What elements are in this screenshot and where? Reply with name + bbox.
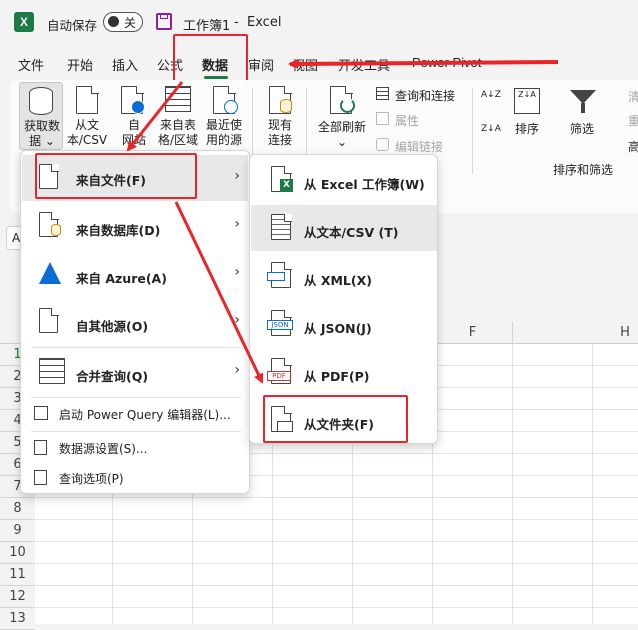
arrow-to-data-tab (288, 58, 559, 69)
annotation-arrows (126, 58, 559, 384)
arrow-to-from-folder (174, 201, 264, 384)
arrow-to-from-file (126, 81, 184, 152)
